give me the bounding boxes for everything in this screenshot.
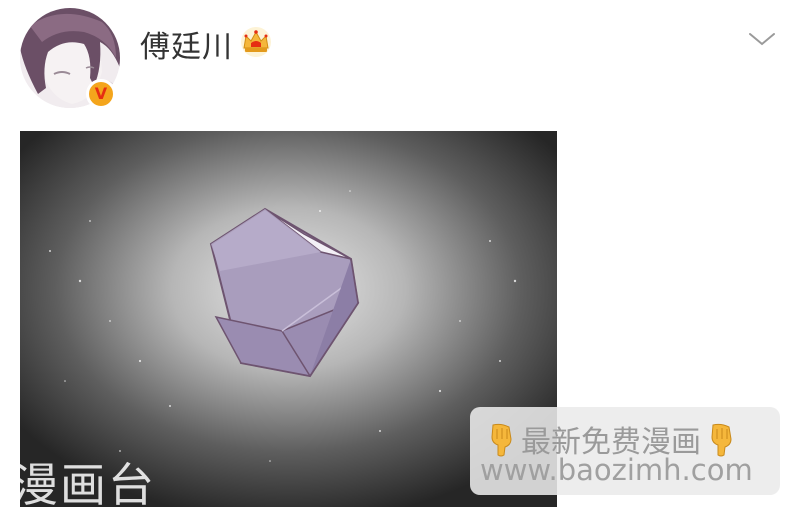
- chevron-down-icon[interactable]: [746, 28, 778, 50]
- pointing-down-hand-icon: [491, 423, 512, 457]
- pointing-down-hand-icon: [711, 423, 732, 457]
- verified-badge-letter: V: [94, 84, 108, 103]
- watermark-url: www.baozimh.com: [480, 453, 753, 487]
- crown-icon: [241, 27, 271, 57]
- verified-v-icon: V: [86, 79, 116, 109]
- watermark-site-name: 漫画台: [12, 458, 156, 512]
- author-name[interactable]: 傅廷川: [140, 22, 233, 66]
- watermark-box: 最新免费漫画 www.baozimh.com: [470, 407, 780, 495]
